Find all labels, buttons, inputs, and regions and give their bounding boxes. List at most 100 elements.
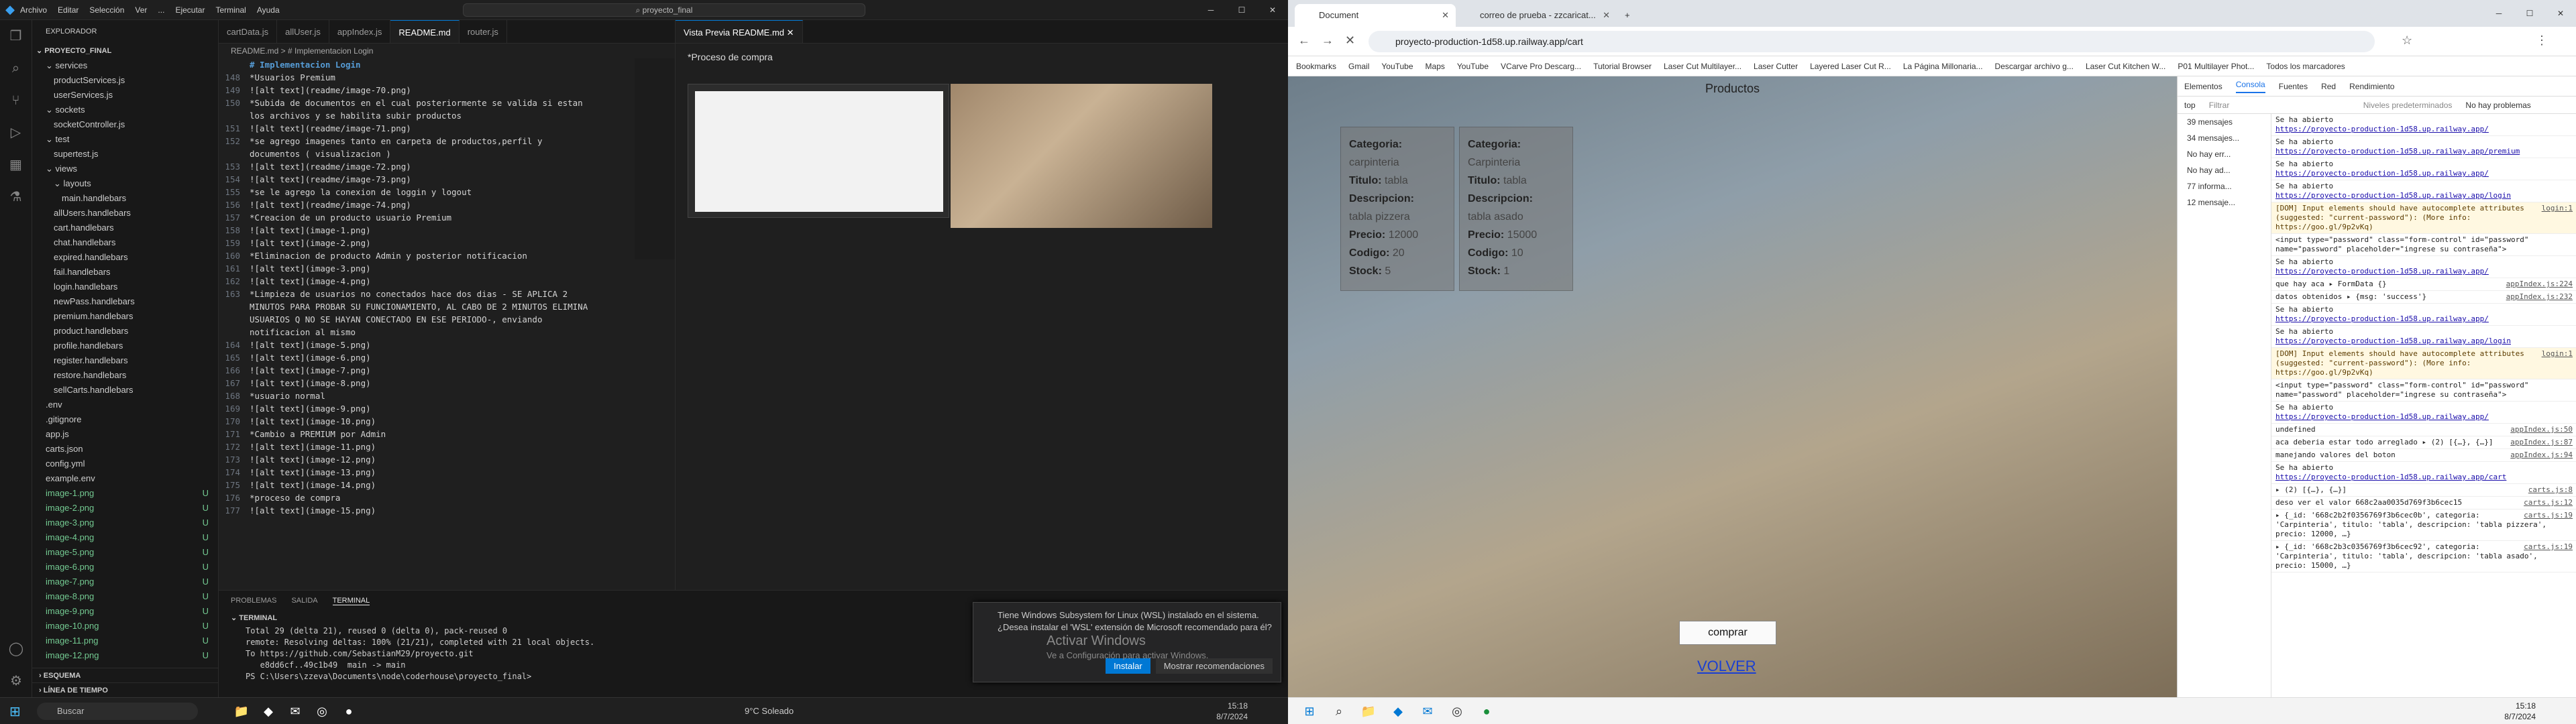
console-sidebar-item[interactable]: 12 mensaje... <box>2178 194 2271 210</box>
stop-icon[interactable]: ✕ <box>1345 34 1355 48</box>
console-url-link[interactable]: https://proyecto-production-1d58.up.rail… <box>2275 314 2489 323</box>
tab-close-icon[interactable]: ✕ <box>1442 4 1449 27</box>
tree-item[interactable]: image-7.png U <box>32 575 218 589</box>
buy-button[interactable]: comprar <box>1679 621 1776 645</box>
windows-start-icon[interactable]: ⊞ <box>1295 701 1324 722</box>
devtools-tab[interactable]: Consola <box>2235 80 2265 93</box>
search-icon[interactable]: ⌕ <box>1324 701 1354 722</box>
tree-item[interactable]: supertest.js <box>32 147 218 162</box>
address-bar[interactable]: proyecto-production-1d58.up.railway.app/… <box>1368 31 2375 52</box>
maximize-icon[interactable]: ☐ <box>2514 0 2545 27</box>
bookmark-item[interactable]: Laser Cut Kitchen W... <box>2086 62 2165 71</box>
back-arrow-icon[interactable]: ← <box>1298 34 1310 48</box>
files-icon[interactable]: ❐ <box>0 20 32 52</box>
chrome-icon[interactable]: ◎ <box>309 701 335 722</box>
tree-item[interactable]: newPass.handlebars <box>32 294 218 309</box>
bookmark-item[interactable]: YouTube <box>1381 62 1413 71</box>
menu-item[interactable]: Editar <box>58 5 78 15</box>
console-url-link[interactable]: https://proyecto-production-1d58.up.rail… <box>2275 473 2506 481</box>
editor-tab[interactable]: README.md <box>390 20 460 43</box>
bookmark-item[interactable]: La Página Millonaria... <box>1903 62 1983 71</box>
console-source-link[interactable]: appIndex.js:87 <box>2510 438 2573 447</box>
tree-item[interactable]: ⌄ test <box>32 132 218 147</box>
tree-item[interactable]: .gitignore <box>32 412 218 427</box>
tree-item[interactable]: image-1.png U <box>32 486 218 501</box>
project-root[interactable]: ⌄ PROYECTO_FINAL <box>32 44 218 58</box>
tree-item[interactable]: productServices.js <box>32 73 218 88</box>
tree-item[interactable]: image-4.png U <box>32 530 218 545</box>
bookmark-star-icon[interactable]: ☆ <box>2402 34 2412 48</box>
outlook-icon[interactable]: ✉ <box>1413 701 1442 722</box>
extensions-icon[interactable]: ▦ <box>0 149 32 181</box>
tree-item[interactable]: register.handlebars <box>32 353 218 368</box>
console-sidebar-item[interactable]: No hay ad... <box>2178 162 2271 178</box>
console-url-link[interactable]: https://proyecto-production-1d58.up.rail… <box>2275 169 2489 178</box>
maximize-icon[interactable]: ☐ <box>1226 0 1257 20</box>
menu-item[interactable]: Terminal <box>215 5 246 15</box>
tree-item[interactable]: allUsers.handlebars <box>32 206 218 221</box>
tree-item[interactable]: image-5.png U <box>32 545 218 560</box>
chrome-icon[interactable]: ◎ <box>1442 701 1472 722</box>
tree-item[interactable]: expired.handlebars <box>32 250 218 265</box>
code-editor[interactable]: # Implementacion Login 148 *Usuarios Premi… <box>219 58 661 517</box>
minimap[interactable] <box>635 58 675 259</box>
vscode-taskbar-icon[interactable]: ◆ <box>1383 701 1413 722</box>
log-levels-select[interactable]: Niveles predeterminados <box>2363 101 2453 110</box>
menu-item[interactable]: Ejecutar <box>175 5 205 15</box>
tree-item[interactable]: sellCarts.handlebars <box>32 383 218 398</box>
outline-section[interactable]: › ESQUEMA <box>32 668 218 682</box>
console-url-link[interactable]: https://proyecto-production-1d58.up.rail… <box>2275 267 2489 276</box>
editor-tab[interactable]: router.js <box>460 20 507 43</box>
tree-item[interactable]: image-8.png U <box>32 589 218 604</box>
bookmark-item[interactable]: Layered Laser Cut R... <box>1810 62 1891 71</box>
menu-item[interactable]: ... <box>158 5 164 15</box>
new-tab-button[interactable]: + <box>1617 4 1644 27</box>
console-source-link[interactable]: carts.js:19 <box>2524 511 2573 520</box>
tree-item[interactable]: profile.handlebars <box>32 339 218 353</box>
bookmark-item[interactable]: P01 Multilayer Phot... <box>2178 62 2254 71</box>
bookmark-item[interactable]: VCarve Pro Descarg... <box>1501 62 1581 71</box>
editor-tab[interactable]: appIndex.js <box>329 20 391 43</box>
settings-gear-icon[interactable]: ⚙ <box>0 665 32 697</box>
console-source-link[interactable]: carts.js:8 <box>2528 485 2573 495</box>
console-source-link[interactable]: appIndex.js:232 <box>2506 292 2573 302</box>
console-filter-input[interactable]: Filtrar <box>2209 101 2343 110</box>
console-url-link[interactable]: https://proyecto-production-1d58.up.rail… <box>2275 412 2489 421</box>
menu-item[interactable]: Ayuda <box>257 5 280 15</box>
chrome-menu-icon[interactable]: ⋮ <box>2536 34 2548 48</box>
console-source-link[interactable]: appIndex.js:224 <box>2506 280 2573 289</box>
console-source-link[interactable]: appIndex.js:94 <box>2510 450 2573 460</box>
clock[interactable]: 15:18 8/7/2024 <box>2504 701 2536 722</box>
menu-item[interactable]: Archivo <box>20 5 47 15</box>
bookmark-item[interactable]: Descargar archivo g... <box>1995 62 2074 71</box>
tree-item[interactable]: example.env <box>32 471 218 486</box>
tree-item[interactable]: ⌄ views <box>32 162 218 176</box>
install-button[interactable]: Instalar <box>1106 658 1150 674</box>
tab-document[interactable]: Document ✕ <box>1295 4 1456 27</box>
console-sidebar-item[interactable]: 39 mensajes <box>2178 114 2271 130</box>
menu-item[interactable]: Selección <box>89 5 124 15</box>
back-link[interactable]: VOLVER <box>1697 658 1756 675</box>
tree-item[interactable]: socketController.js <box>32 117 218 132</box>
command-center[interactable]: ⌕ proyecto_final <box>463 3 865 17</box>
timeline-section[interactable]: › LÍNEA DE TIEMPO <box>32 682 218 697</box>
bookmark-item[interactable]: Laser Cutter <box>1754 62 1798 71</box>
bookmark-item[interactable]: Maps <box>1426 62 1445 71</box>
bookmark-item[interactable]: Bookmarks <box>1296 62 1336 71</box>
console-source-link[interactable]: carts.js:12 <box>2524 498 2573 507</box>
bookmark-item[interactable]: Gmail <box>1348 62 1369 71</box>
app-icon[interactable]: ● <box>335 701 362 722</box>
tree-item[interactable]: carts.json <box>32 442 218 457</box>
source-control-icon[interactable]: ⑂ <box>0 84 32 117</box>
forward-arrow-icon[interactable]: → <box>1322 34 1334 48</box>
close-icon[interactable]: ✕ <box>2545 0 2576 27</box>
console-url-link[interactable]: https://proyecto-production-1d58.up.rail… <box>2275 191 2511 200</box>
taskbar-search[interactable]: Buscar <box>37 703 198 720</box>
editor-tab[interactable]: cartData.js <box>219 20 278 43</box>
vscode-taskbar-icon[interactable]: ◆ <box>255 701 282 722</box>
weather-widget[interactable]: 9°C Soleado <box>745 706 794 716</box>
tree-item[interactable]: cart.handlebars <box>32 221 218 235</box>
tree-item[interactable]: ⌄ layouts <box>32 176 218 191</box>
tree-item[interactable]: image-9.png U <box>32 604 218 619</box>
account-icon[interactable]: ◯ <box>0 633 32 665</box>
